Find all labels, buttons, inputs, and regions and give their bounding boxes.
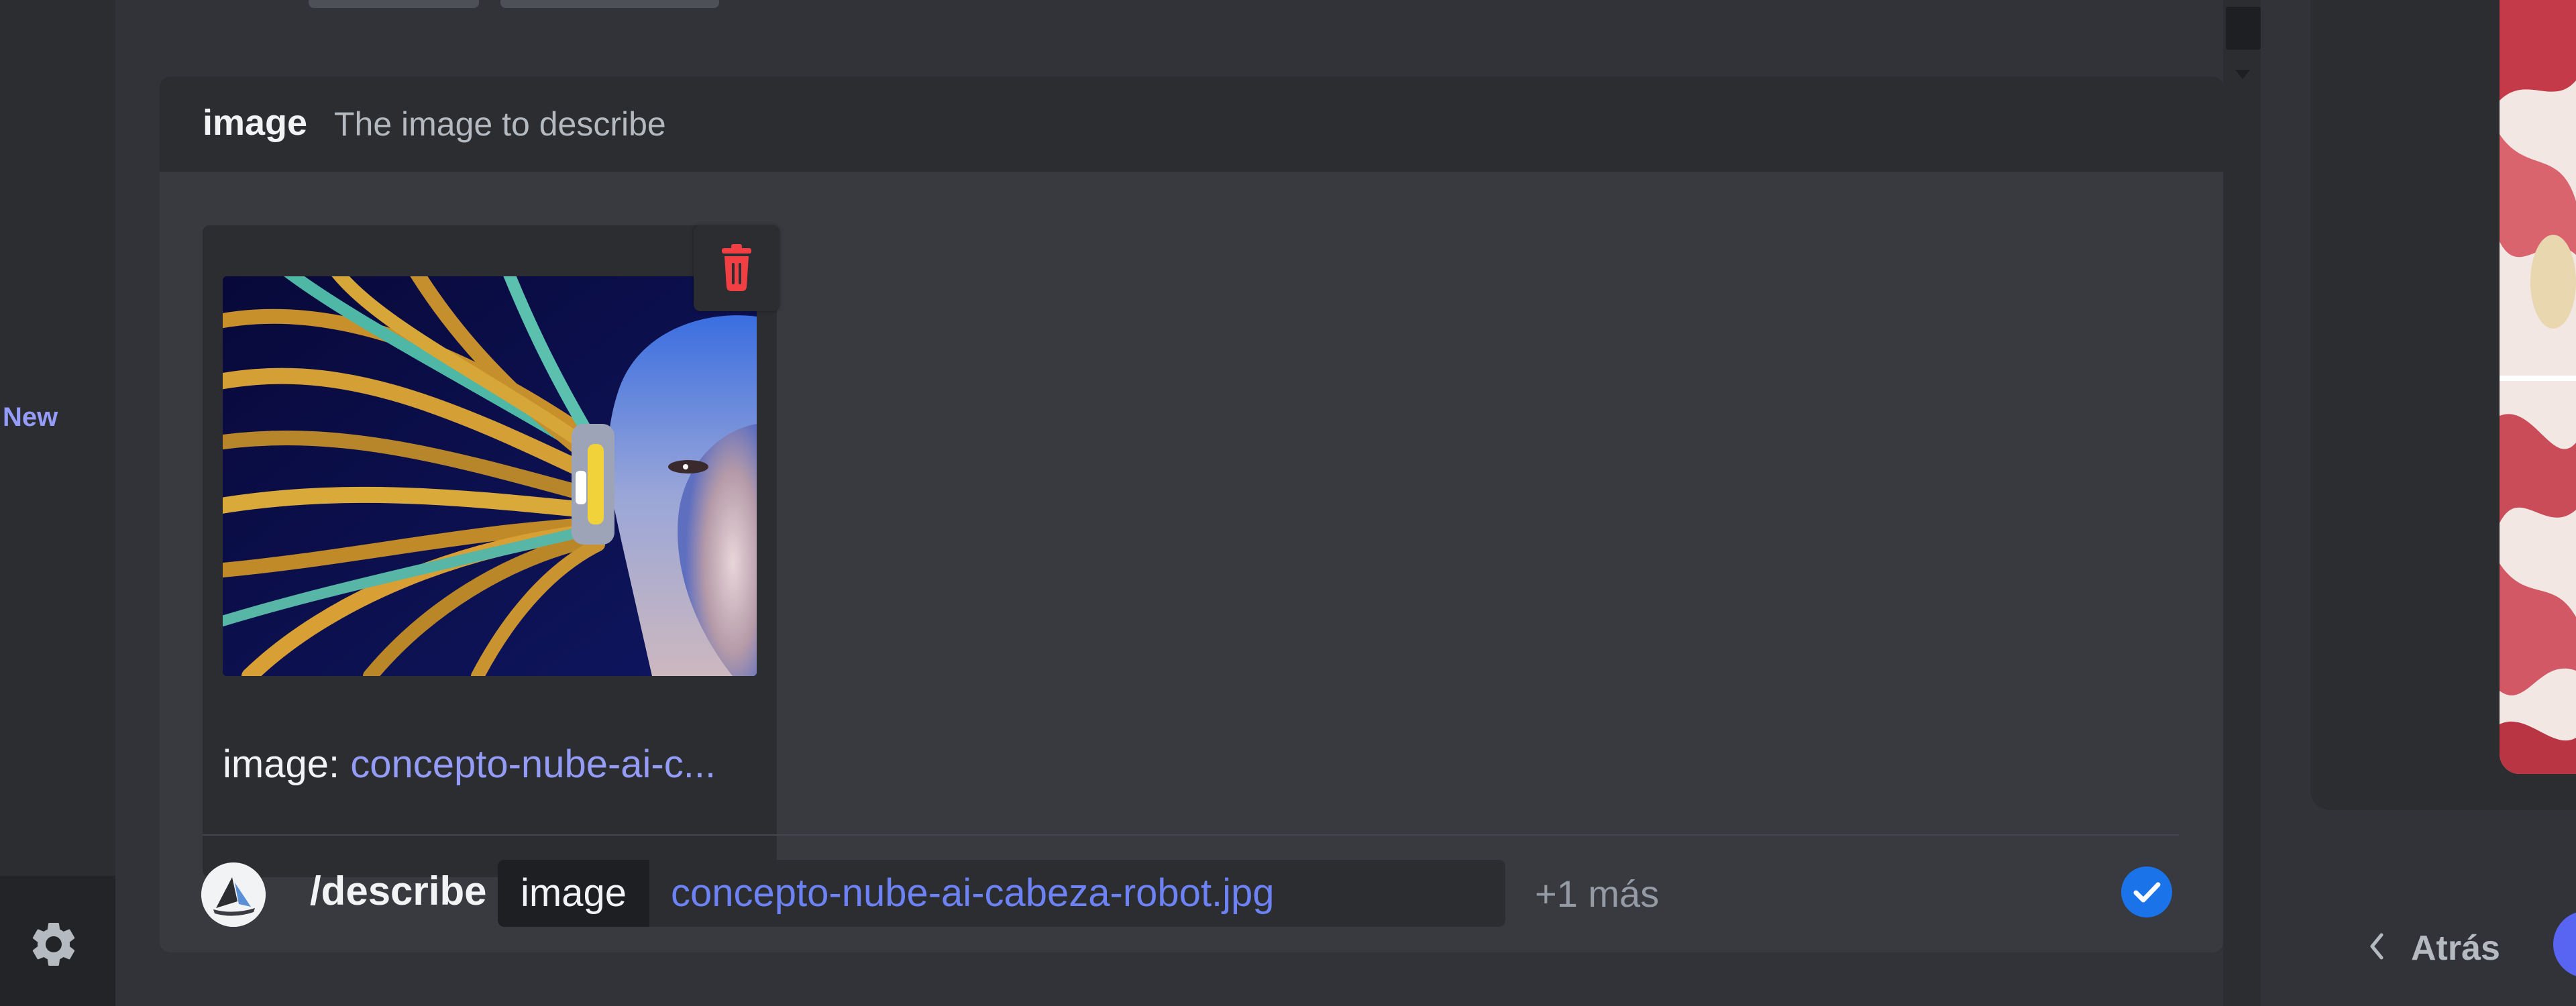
primary-round-button[interactable] <box>2553 911 2576 978</box>
option-chip[interactable] <box>309 0 479 8</box>
option-header: image The image to describe <box>160 76 2223 172</box>
command-name: /describe <box>310 869 487 913</box>
left-sidebar <box>0 0 115 1006</box>
scroll-down-icon[interactable] <box>2231 64 2254 85</box>
gallery-image[interactable] <box>2500 0 2576 774</box>
attachment-preview-image[interactable] <box>223 276 757 676</box>
option-description: The image to describe <box>334 105 666 143</box>
divider <box>203 834 2179 836</box>
delete-attachment-button[interactable] <box>694 225 780 311</box>
more-options-count[interactable]: +1 más <box>1535 872 1659 915</box>
attachment-caption-label: image: <box>223 742 340 786</box>
attachment-card: image: concepto-nube-ai-c... <box>203 225 780 877</box>
option-chip[interactable] <box>500 0 719 8</box>
trash-icon <box>722 244 751 291</box>
option-name: image <box>203 103 308 143</box>
check-circle-icon <box>2120 865 2174 919</box>
scrollbar-thumb[interactable] <box>2226 7 2261 50</box>
gear-icon[interactable] <box>27 917 80 971</box>
bot-avatar[interactable] <box>201 862 266 927</box>
option-chip-value[interactable]: concepto-nube-ai-cabeza-robot.jpg <box>649 860 1505 927</box>
option-chip-label[interactable]: image <box>498 860 649 927</box>
back-button[interactable]: Atrás <box>2411 928 2500 968</box>
attachment-caption: image: concepto-nube-ai-c... <box>223 742 759 787</box>
slash-command-panel: image The image to describe image: conce… <box>160 76 2223 952</box>
chevron-left-icon[interactable] <box>2367 930 2387 963</box>
scrollbar-track[interactable] <box>2223 0 2261 1006</box>
attachment-filename-link[interactable]: concepto-nube-ai-c... <box>350 742 716 786</box>
new-label[interactable]: New <box>3 402 58 433</box>
